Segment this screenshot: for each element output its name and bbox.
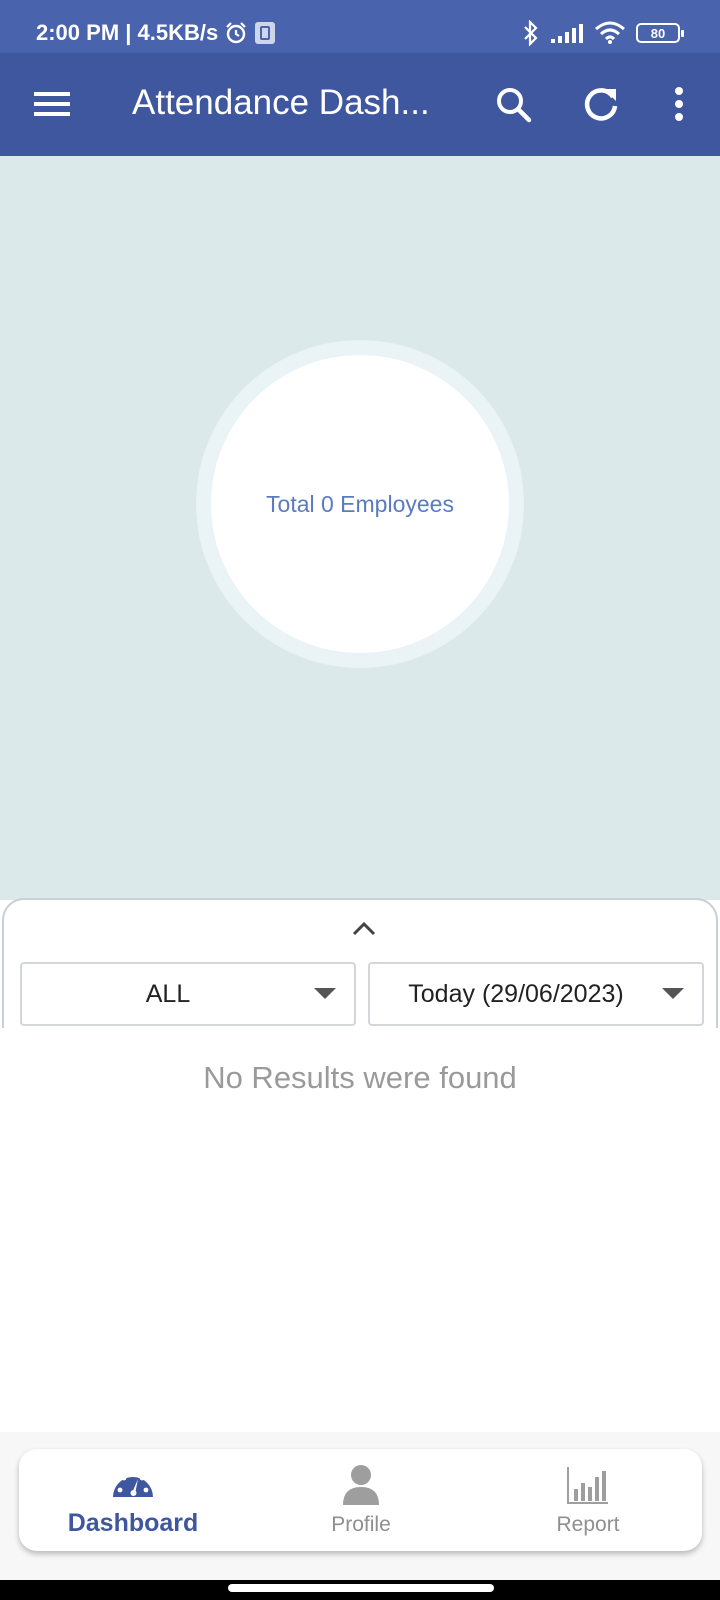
status-filter-value: ALL <box>145 979 191 1008</box>
bottom-navigation: Dashboard Profile Report <box>19 1449 702 1551</box>
sim-card-icon <box>255 22 276 44</box>
system-gesture-bar <box>0 1580 720 1600</box>
filter-sheet: ALL Today (29/06/2023) <box>2 898 718 1028</box>
battery-level: 80 <box>650 25 666 41</box>
employee-donut-chart: Total 0 Employees <box>196 340 524 668</box>
summary-area: Total 0 Employees <box>0 156 720 900</box>
home-gesture-handle[interactable] <box>228 1584 494 1592</box>
donut-center: Total 0 Employees <box>211 355 509 653</box>
more-vertical-icon <box>675 87 683 121</box>
signal-icon <box>551 24 583 43</box>
bluetooth-icon <box>524 20 538 46</box>
battery-indicator: 80 <box>636 23 684 43</box>
status-right: 80 <box>522 20 684 46</box>
no-results-message: No Results were found <box>203 1060 517 1095</box>
status-filter-dropdown[interactable]: ALL <box>20 962 356 1026</box>
bar-chart-icon <box>567 1467 608 1504</box>
refresh-icon <box>584 88 618 121</box>
nav-item-dashboard[interactable]: Dashboard <box>19 1449 247 1551</box>
total-employees-text: Total 0 Employees <box>266 490 454 517</box>
search-icon <box>497 88 532 123</box>
alarm-icon <box>226 22 247 44</box>
nav-label-dashboard: Dashboard <box>67 1509 199 1537</box>
date-filter-dropdown[interactable]: Today (29/06/2023) <box>368 962 704 1026</box>
refresh-button[interactable] <box>580 83 622 125</box>
dashboard-gauge-icon <box>113 1470 153 1497</box>
nav-item-profile[interactable]: Profile <box>247 1449 475 1551</box>
wifi-icon <box>595 21 625 44</box>
person-icon <box>343 1465 379 1505</box>
expand-sheet-button[interactable] <box>350 918 378 940</box>
chevron-up-icon <box>352 921 376 936</box>
date-filter-value: Today (29/06/2023) <box>408 979 624 1008</box>
menu-button[interactable] <box>34 89 70 119</box>
status-left: 2:00 PM | 4.5KB/s <box>36 20 276 46</box>
dropdown-arrow-icon <box>662 988 684 999</box>
hamburger-menu-icon <box>34 92 70 116</box>
more-options-button[interactable] <box>664 83 694 125</box>
search-button[interactable] <box>494 85 534 125</box>
nav-label-profile: Profile <box>331 1513 391 1536</box>
nav-label-report: Report <box>556 1513 620 1536</box>
status-time-speed: 2:00 PM | 4.5KB/s <box>36 20 219 45</box>
app-bar: Attendance Dash... <box>0 53 720 156</box>
dropdown-arrow-icon <box>314 988 336 999</box>
page-title: Attendance Dash... <box>132 83 430 122</box>
nav-item-report[interactable]: Report <box>474 1449 702 1551</box>
status-bar: 2:00 PM | 4.5KB/s 80 <box>0 0 720 53</box>
